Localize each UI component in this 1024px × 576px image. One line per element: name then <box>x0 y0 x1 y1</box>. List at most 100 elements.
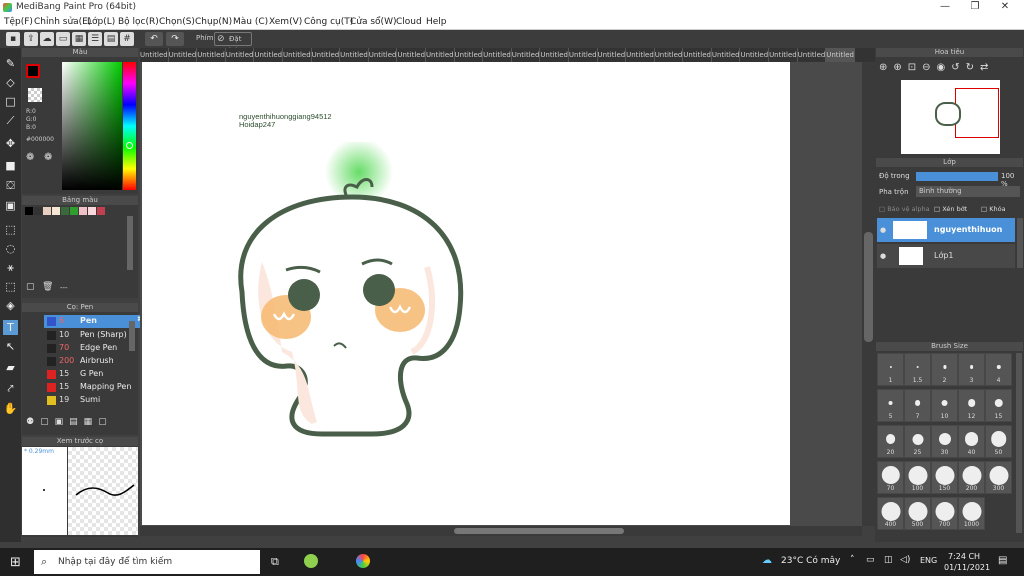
blend-mode-select[interactable]: Bình thường <box>916 186 1020 197</box>
brush-size-cell[interactable]: 300 <box>985 461 1012 494</box>
tab-untitled[interactable]: Untitled <box>340 48 369 62</box>
palette-swatches[interactable] <box>25 207 105 215</box>
grid-icon[interactable]: ▦ <box>72 32 86 46</box>
tab-untitled[interactable]: Untitled <box>254 48 283 62</box>
line-tool-icon[interactable]: ⟋ <box>3 113 18 128</box>
new-file-icon[interactable]: ▪ <box>6 32 20 46</box>
language-indicator[interactable]: ENG <box>920 556 937 565</box>
drawing-canvas[interactable]: nguyenthihuonggiang94512 Hoidap247 <box>142 62 790 525</box>
reset-button[interactable]: ⊘ Đặt lại <box>214 32 252 55</box>
weather-text[interactable]: 23°C Có mây <box>781 556 840 566</box>
eyedropper-icon[interactable]: ⤤ <box>3 381 18 396</box>
horizontal-scrollbar[interactable] <box>140 526 862 536</box>
divide-tool-icon[interactable]: ▰ <box>3 360 18 375</box>
bucket-tool-icon[interactable]: ⛋ <box>3 178 18 193</box>
brush-size-cell[interactable]: 1000 <box>958 497 985 530</box>
tab-untitled[interactable]: Untitled <box>283 48 312 62</box>
menu-view[interactable]: Xem(V) <box>269 17 302 27</box>
tab-untitled[interactable]: Untitled <box>626 48 655 62</box>
delete-palette-icon[interactable]: 🗑 <box>42 282 53 292</box>
brush-size-cell[interactable]: 30 <box>931 425 958 458</box>
hue-handle[interactable] <box>126 142 133 149</box>
brush-size-cell[interactable]: 700 <box>931 497 958 530</box>
brush-size-cell[interactable]: 400 <box>877 497 904 530</box>
menu-filter[interactable]: Bộ lọc(R) <box>118 17 159 27</box>
select-eraser-icon[interactable]: ◈ <box>3 298 18 313</box>
brush-size-cell[interactable]: 15 <box>985 389 1012 422</box>
lock-checkbox[interactable]: □ Khóa <box>981 205 1006 213</box>
minimize-button[interactable]: — <box>930 1 960 14</box>
brush-size-scrollbar[interactable] <box>1016 353 1022 533</box>
palette-add-icon[interactable]: ❁ <box>44 152 52 163</box>
brush-size-cell[interactable]: 10 <box>931 389 958 422</box>
comment-icon[interactable]: ▭ <box>56 32 70 46</box>
tab-untitled[interactable]: Untitled <box>540 48 569 62</box>
brush-item-sumi[interactable]: 19 Sumi <box>44 394 148 407</box>
navigator-tools[interactable]: ⊕⊕⊡⊖◉↺↻⇄ <box>879 62 994 73</box>
tab-untitled[interactable]: Untitled <box>226 48 255 62</box>
tab-untitled[interactable]: Untitled <box>769 48 798 62</box>
brush-size-cell[interactable]: 5 <box>877 389 904 422</box>
menu-file[interactable]: Tệp(F) <box>4 17 33 27</box>
tab-untitled[interactable]: Untitled <box>712 48 741 62</box>
vertical-scrollbar[interactable] <box>862 62 875 526</box>
panel-icon[interactable]: ☰ <box>88 32 102 46</box>
weather-icon[interactable]: ☁ <box>762 555 772 566</box>
operation-tool-icon[interactable]: ↖ <box>3 339 18 354</box>
brush-size-cell[interactable]: 50 <box>985 425 1012 458</box>
menu-layer[interactable]: Lớp(L) <box>87 17 115 27</box>
menu-select[interactable]: Chọn(S) <box>159 17 195 27</box>
opacity-slider[interactable] <box>916 172 998 181</box>
brush-size-cell[interactable]: 150 <box>931 461 958 494</box>
menu-color[interactable]: Màu (C) <box>233 17 268 27</box>
brush-item-g-pen[interactable]: 15 G Pen <box>44 368 148 381</box>
vertical-scroll-thumb[interactable] <box>864 232 873 342</box>
menu-help[interactable]: Help <box>426 17 447 27</box>
lasso-tool-icon[interactable]: ◌ <box>3 241 18 256</box>
brush-size-cell[interactable]: 100 <box>904 461 931 494</box>
protect-alpha-checkbox[interactable]: □ Bảo vệ alpha <box>879 205 930 213</box>
tab-untitled[interactable]: Untitled <box>397 48 426 62</box>
clip-checkbox[interactable]: □ Xén bớt <box>934 205 967 213</box>
brush-item-airbrush[interactable]: 200 Airbrush <box>44 355 148 368</box>
select-tool-icon[interactable]: ⬚ <box>3 222 18 237</box>
brush-size-cell[interactable]: 3 <box>958 353 985 386</box>
navigator-viewport[interactable] <box>955 88 999 138</box>
text-tool-icon[interactable]: T <box>3 320 18 335</box>
export-icon[interactable]: ⇪ <box>24 32 38 46</box>
horizontal-scroll-thumb[interactable] <box>454 528 624 534</box>
menu-capture[interactable]: Chụp(N) <box>195 17 232 27</box>
tab-untitled[interactable]: Untitled <box>512 48 541 62</box>
layer-row[interactable]: ● Lớp1 <box>877 244 1015 268</box>
brush-size-cell[interactable]: 40 <box>958 425 985 458</box>
brush-size-cell[interactable]: 12 <box>958 389 985 422</box>
rect-tool-icon[interactable]: □ <box>3 94 18 109</box>
brush-size-cell[interactable]: 25 <box>904 425 931 458</box>
tab-untitled[interactable]: Untitled <box>598 48 627 62</box>
tab-untitled[interactable]: Untitled <box>197 48 226 62</box>
cloud-icon[interactable]: ☁ <box>40 32 54 46</box>
magic-wand-icon[interactable]: ⚹ <box>3 260 18 275</box>
brush-panel-actions[interactable]: ⚉▢▣▤▦▢ <box>26 417 113 427</box>
redo-icon[interactable]: ↷ <box>166 32 184 46</box>
tab-untitled[interactable]: Untitled <box>655 48 684 62</box>
tab-untitled[interactable]: Untitled <box>798 48 827 62</box>
network-icon[interactable]: ◫ <box>884 555 893 565</box>
maximize-button[interactable]: ❐ <box>960 1 990 14</box>
menu-window[interactable]: Cửa sổ(W) <box>350 17 396 27</box>
layer-row-active[interactable]: ● nguyenthihuon <box>877 218 1015 242</box>
select-pen-icon[interactable]: ⬚ <box>3 279 18 294</box>
tab-untitled[interactable]: Untitled <box>369 48 398 62</box>
layout-icon[interactable]: ▤ <box>104 32 118 46</box>
tray-chevron-icon[interactable]: ˄ <box>850 555 855 565</box>
tab-untitled[interactable]: Untitled <box>455 48 484 62</box>
snap-icon[interactable]: # <box>120 32 134 46</box>
tab-untitled-active[interactable]: Untitled <box>826 48 855 62</box>
close-button[interactable]: ✕ <box>990 1 1020 14</box>
navigator-thumbnail[interactable] <box>901 80 1000 154</box>
brush-size-cell[interactable]: 70 <box>877 461 904 494</box>
menu-cloud[interactable]: Cloud <box>396 17 422 27</box>
layer-scrollbar[interactable] <box>1017 218 1023 268</box>
clock[interactable]: 7:24 CH 01/11/2021 <box>944 551 990 573</box>
tab-untitled[interactable]: Untitled <box>169 48 198 62</box>
